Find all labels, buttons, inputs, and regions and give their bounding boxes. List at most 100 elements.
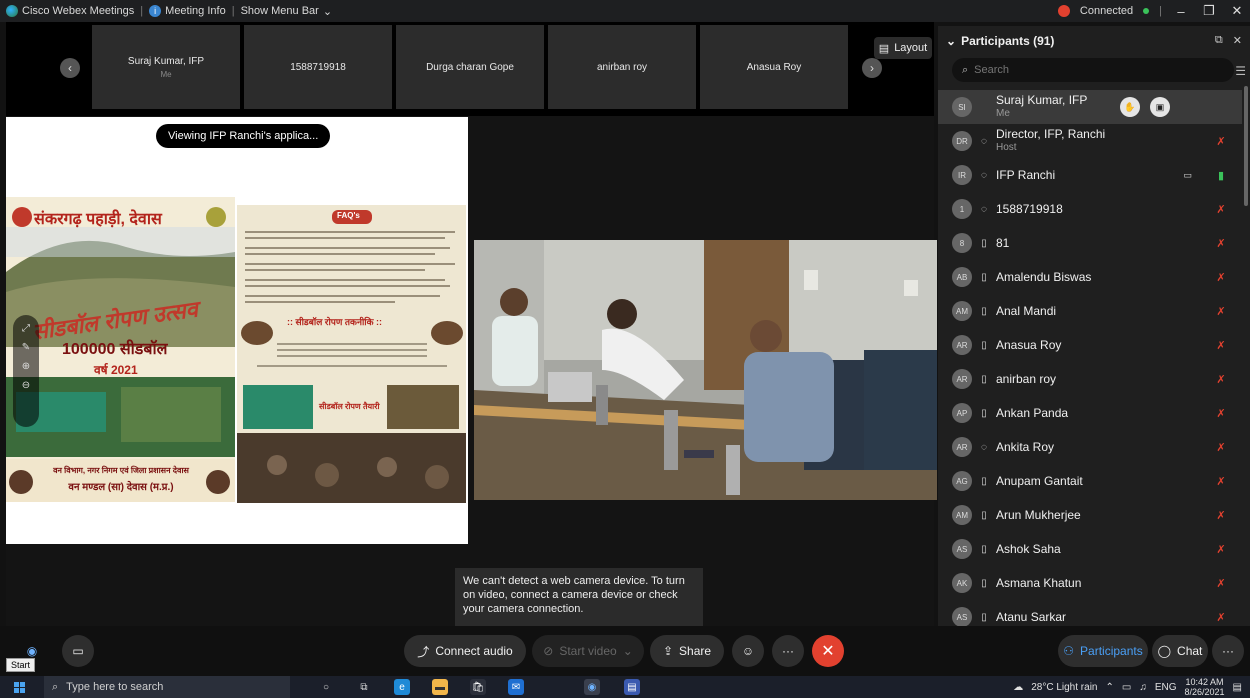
more-options-button[interactable]: ··· bbox=[772, 635, 804, 667]
faq-subtitle: :: सीडबॉल रोपण तकनीकि :: bbox=[287, 317, 383, 327]
participant-search[interactable]: ⌕ bbox=[952, 58, 1234, 82]
participant-row[interactable]: AM ▯ Anal Mandi ✗ bbox=[938, 294, 1242, 328]
store-icon[interactable]: 🛍 bbox=[470, 679, 486, 695]
avatar: IR bbox=[952, 165, 972, 185]
video-frame bbox=[474, 240, 937, 500]
share-screen-icon[interactable]: ▣ bbox=[1150, 97, 1170, 117]
connect-audio-button[interactable]: ⤴ Connect audio bbox=[404, 635, 526, 667]
weather-text[interactable]: 28°C Light rain bbox=[1031, 682, 1097, 693]
app-taskbar-icon[interactable]: ▤ bbox=[624, 679, 640, 695]
app-menu[interactable]: Cisco Webex Meetings bbox=[0, 5, 140, 17]
reactions-button[interactable]: ☺ bbox=[732, 635, 764, 667]
sort-list-icon[interactable]: ☰ bbox=[1235, 64, 1246, 78]
share-button[interactable]: ⇪ Share bbox=[650, 635, 724, 667]
network-icon[interactable]: ▭ bbox=[1122, 682, 1131, 693]
participant-row[interactable]: AS ▯ Atanu Sarkar ✗ bbox=[938, 600, 1242, 626]
close-button[interactable]: ✕ bbox=[1228, 3, 1246, 19]
zoom-in-icon[interactable]: ⊕ bbox=[13, 361, 39, 372]
captions-button[interactable]: ▭ bbox=[62, 635, 94, 667]
chevron-up-icon[interactable]: ⌃ bbox=[1105, 682, 1113, 693]
participant-row[interactable]: 8 ▯ 81 ✗ bbox=[938, 226, 1242, 260]
muted-mic-icon[interactable]: ✗ bbox=[1216, 339, 1226, 352]
muted-mic-icon[interactable]: ✗ bbox=[1216, 407, 1226, 420]
filmstrip-prev-button[interactable]: ‹ bbox=[60, 58, 80, 78]
chevron-down-icon[interactable]: ⌄ bbox=[946, 34, 956, 48]
muted-mic-icon[interactable]: ✗ bbox=[1216, 475, 1226, 488]
show-menu-bar-button[interactable]: Show Menu Bar ⌄ bbox=[235, 5, 338, 18]
show-menu-bar-label: Show Menu Bar bbox=[240, 5, 319, 17]
participant-row[interactable]: AR ◌ Ankita Roy ✗ bbox=[938, 430, 1242, 464]
participant-row[interactable]: IR ◌ IFP Ranchi ▭ ▮ bbox=[938, 158, 1242, 192]
participant-row[interactable]: AM ▯ Arun Mukherjee ✗ bbox=[938, 498, 1242, 532]
minimize-button[interactable]: – bbox=[1172, 4, 1190, 19]
restore-button[interactable]: ❐ bbox=[1200, 3, 1218, 19]
muted-mic-icon[interactable]: ✗ bbox=[1216, 135, 1226, 148]
chevron-left-icon: ‹ bbox=[68, 61, 72, 75]
expand-icon[interactable]: ⤢ bbox=[13, 323, 39, 334]
viewing-label: Viewing IFP Ranchi's applica... bbox=[168, 130, 319, 142]
muted-mic-icon[interactable]: ✗ bbox=[1216, 543, 1226, 556]
captions-icon: ▭ bbox=[72, 644, 84, 658]
participant-tile[interactable]: Suraj Kumar, IFP Me bbox=[92, 25, 240, 109]
zoom-out-icon[interactable]: ⊖ bbox=[13, 380, 39, 391]
raise-hand-icon[interactable]: ✋ bbox=[1120, 97, 1140, 117]
windows-start-icon[interactable] bbox=[14, 682, 25, 693]
participants-toggle-button[interactable]: ⚇ Participants bbox=[1058, 635, 1148, 667]
muted-mic-icon[interactable]: ✗ bbox=[1216, 237, 1226, 250]
participant-tile[interactable]: 1588719918 bbox=[244, 25, 392, 109]
participant-row[interactable]: DR ◌ Director, IFP, Ranchi Host ✗ bbox=[938, 124, 1242, 158]
taskbar-search[interactable]: ⌕ Type here to search bbox=[44, 676, 290, 698]
language-indicator[interactable]: ENG bbox=[1155, 682, 1177, 693]
muted-mic-icon[interactable]: ✗ bbox=[1216, 509, 1226, 522]
start-video-button[interactable]: ⊘ Start video ⌄ bbox=[532, 635, 644, 667]
participants-scrollbar[interactable] bbox=[1244, 86, 1248, 206]
popout-icon[interactable]: ⧉ bbox=[1215, 34, 1223, 47]
participant-tile[interactable]: anirban roy bbox=[548, 25, 696, 109]
clock[interactable]: 10:42 AM 8/26/2021 bbox=[1185, 677, 1225, 697]
participant-name: Ankan Panda bbox=[996, 406, 1069, 420]
mail-icon[interactable]: ✉ bbox=[508, 679, 524, 695]
participant-row[interactable]: 1 ◌ 1588719918 ✗ bbox=[938, 192, 1242, 226]
layout-button[interactable]: ▤ Layout bbox=[874, 37, 932, 59]
muted-mic-icon[interactable]: ✗ bbox=[1216, 305, 1226, 318]
cortana-icon[interactable]: ○ bbox=[318, 679, 334, 695]
chat-button[interactable]: ◯ Chat bbox=[1152, 635, 1208, 667]
muted-mic-icon[interactable]: ✗ bbox=[1216, 577, 1226, 590]
participant-name: IFP Ranchi bbox=[996, 168, 1056, 182]
participant-row[interactable]: AR ▯ Anasua Roy ✗ bbox=[938, 328, 1242, 362]
task-view-icon[interactable]: ⧉ bbox=[356, 679, 372, 695]
shared-content-view[interactable]: संकरगढ़ पहाड़ी, देवास सीडबॉल रोपण उत्सव … bbox=[6, 117, 468, 544]
participant-row[interactable]: AB ▯ Amalendu Biswas ✗ bbox=[938, 260, 1242, 294]
participant-row[interactable]: AR ▯ anirban roy ✗ bbox=[938, 362, 1242, 396]
leave-meeting-button[interactable]: ✕ bbox=[812, 635, 844, 667]
chat-icon: ◯ bbox=[1157, 644, 1172, 658]
muted-mic-icon[interactable]: ✗ bbox=[1216, 271, 1226, 284]
volume-icon[interactable]: ♫ bbox=[1139, 682, 1147, 693]
file-explorer-icon[interactable]: ▬ bbox=[432, 679, 448, 695]
participant-row[interactable]: AK ▯ Asmana Khatun ✗ bbox=[938, 566, 1242, 600]
participant-row[interactable]: SI Suraj Kumar, IFP Me ✋ ▣ bbox=[938, 90, 1242, 124]
participant-tile[interactable]: Durga charan Gope bbox=[396, 25, 544, 109]
close-panel-icon[interactable]: ✕ bbox=[1233, 34, 1242, 47]
muted-mic-icon[interactable]: ✗ bbox=[1216, 441, 1226, 454]
participants-toggle-label: Participants bbox=[1080, 644, 1143, 658]
muted-mic-icon[interactable]: ✗ bbox=[1216, 611, 1226, 624]
video-off-icon: ⊘ bbox=[543, 644, 554, 658]
pen-icon[interactable]: ✎ bbox=[13, 342, 39, 353]
notification-icon[interactable]: ▤ bbox=[1233, 682, 1242, 693]
participant-row[interactable]: AP ▯ Ankan Panda ✗ bbox=[938, 396, 1242, 430]
muted-mic-icon[interactable]: ✗ bbox=[1216, 373, 1226, 386]
participant-search-input[interactable] bbox=[974, 64, 1195, 76]
panel-more-button[interactable]: ··· bbox=[1212, 635, 1244, 667]
participant-row[interactable]: AG ▯ Anupam Gantait ✗ bbox=[938, 464, 1242, 498]
meeting-info-button[interactable]: i Meeting Info bbox=[143, 5, 232, 17]
mic-icon[interactable]: ▮ bbox=[1216, 169, 1226, 182]
webex-taskbar-icon[interactable]: ◉ bbox=[584, 679, 600, 695]
active-speaker-video[interactable] bbox=[474, 240, 937, 500]
phone-device-icon: ▯ bbox=[981, 339, 987, 351]
muted-mic-icon[interactable]: ✗ bbox=[1216, 203, 1226, 216]
edge-browser-icon[interactable]: e bbox=[394, 679, 410, 695]
participant-row[interactable]: AS ▯ Ashok Saha ✗ bbox=[938, 532, 1242, 566]
filmstrip-next-button[interactable]: › bbox=[862, 58, 882, 78]
participant-tile[interactable]: Anasua Roy bbox=[700, 25, 848, 109]
